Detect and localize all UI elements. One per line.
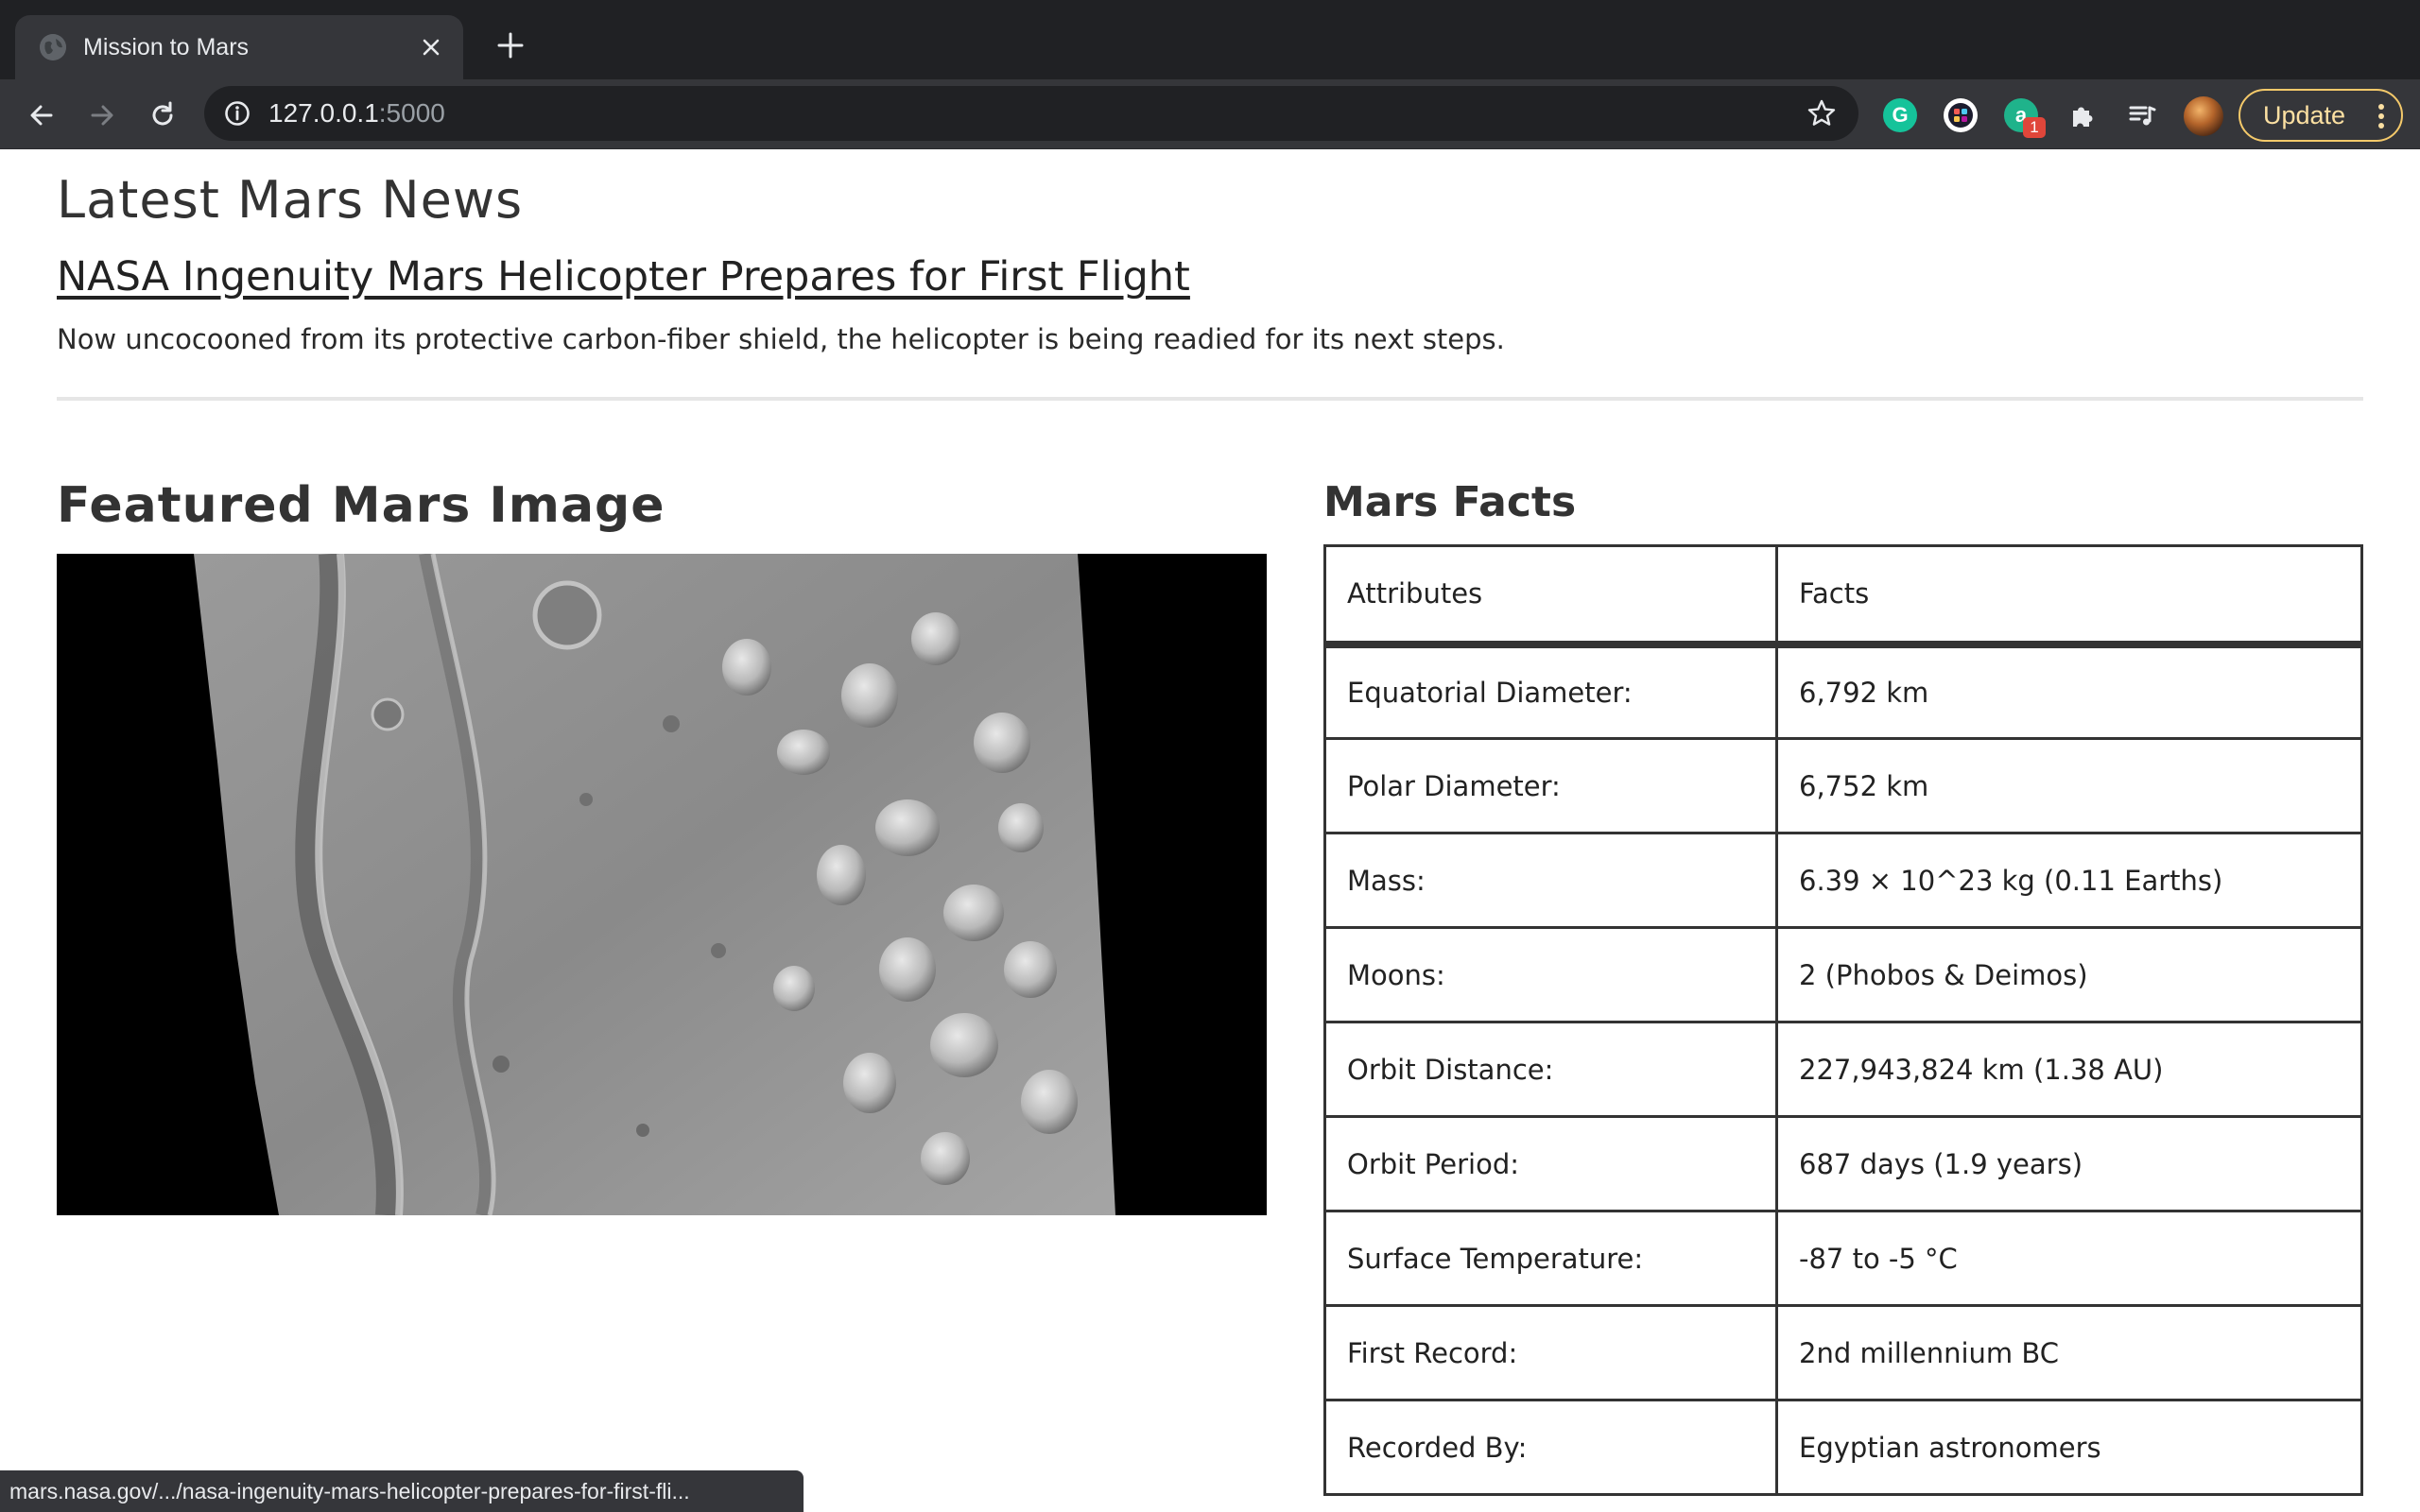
fact-cell: 6,792 km (1775, 643, 2363, 740)
table-row: Orbit Period: 687 days (1.9 years) (1323, 1115, 2363, 1212)
back-arrow-icon[interactable] (21, 94, 62, 136)
fact-cell: Egyptian astronomers (1775, 1399, 2363, 1496)
url-text: 127.0.0.1:5000 (268, 98, 445, 129)
attribute-cell: Mass: (1323, 832, 1778, 929)
new-tab-icon[interactable] (490, 25, 531, 66)
extensions-puzzle-icon[interactable] (2066, 98, 2100, 132)
attribute-cell: Polar Diameter: (1323, 737, 1778, 834)
globe-icon (40, 34, 66, 60)
tab-title: Mission to Mars (83, 34, 250, 60)
divider (57, 397, 2363, 401)
attribute-cell: Surface Temperature: (1323, 1210, 1778, 1307)
attribute-cell: Moons: (1323, 926, 1778, 1023)
attribute-cell: First Record: (1323, 1304, 1778, 1401)
browser-toolbar: 127.0.0.1:5000 G a 1 Update (0, 79, 2420, 149)
link-status-bubble: mars.nasa.gov/.../nasa-ingenuity-mars-he… (0, 1470, 804, 1512)
table-row: Orbit Distance: 227,943,824 km (1.38 AU) (1323, 1021, 2363, 1118)
page-content: Latest Mars News NASA Ingenuity Mars Hel… (0, 149, 2420, 1512)
update-label: Update (2263, 100, 2346, 129)
mars-facts-table: Attributes Facts Equatorial Diameter: 6,7… (1323, 544, 2363, 1496)
profile-avatar[interactable] (2184, 96, 2223, 136)
attribute-cell: Recorded By: (1323, 1399, 1778, 1496)
fact-cell: 2nd millennium BC (1775, 1304, 2363, 1401)
news-teaser: Now uncocooned from its protective carbo… (57, 323, 1505, 355)
grammarly-extension-icon[interactable]: G (1883, 98, 1917, 132)
extension-badge: 1 (2023, 117, 2046, 138)
table-row: Moons: 2 (Phobos & Deimos) (1323, 926, 2363, 1023)
attribute-cell: Equatorial Diameter: (1323, 643, 1778, 740)
browser-tab-strip: Mission to Mars (0, 0, 2420, 79)
fact-cell: 227,943,824 km (1.38 AU) (1775, 1021, 2363, 1118)
table-row: Recorded By: Egyptian astronomers (1323, 1399, 2363, 1496)
attribute-cell: Orbit Distance: (1323, 1021, 1778, 1118)
address-bar[interactable]: 127.0.0.1:5000 (204, 86, 1858, 141)
kebab-menu-icon (2378, 104, 2384, 129)
color-grid-extension-icon[interactable] (1944, 98, 1978, 132)
table-row: Equatorial Diameter: 6,792 km (1323, 643, 2363, 740)
browser-tab[interactable]: Mission to Mars (15, 15, 463, 79)
reload-icon[interactable] (142, 94, 183, 136)
featured-image-heading: Featured Mars Image (57, 477, 666, 534)
table-header-row: Attributes Facts (1323, 544, 2363, 648)
close-tab-icon[interactable] (414, 30, 448, 64)
site-info-icon[interactable] (223, 99, 251, 128)
forward-arrow-icon[interactable] (81, 94, 123, 136)
fact-cell: 687 days (1.9 years) (1775, 1115, 2363, 1212)
fact-cell: 6.39 × 10^23 kg (0.11 Earths) (1775, 832, 2363, 929)
latest-news-heading: Latest Mars News (57, 170, 524, 230)
table-row: Polar Diameter: 6,752 km (1323, 737, 2363, 834)
featured-mars-image (57, 554, 1267, 1215)
column-header: Attributes (1323, 544, 1778, 648)
column-header: Facts (1775, 544, 2363, 648)
url-port: :5000 (378, 98, 445, 128)
mars-facts-heading: Mars Facts (1323, 478, 1577, 526)
table-row: Surface Temperature: -87 to -5 °C (1323, 1210, 2363, 1307)
media-queue-icon[interactable] (2125, 98, 2159, 132)
fact-cell: 6,752 km (1775, 737, 2363, 834)
bookmark-star-icon[interactable] (1806, 97, 1838, 129)
news-title-link[interactable]: NASA Ingenuity Mars Helicopter Prepares … (57, 251, 1190, 302)
attribute-cell: Orbit Period: (1323, 1115, 1778, 1212)
fact-cell: 2 (Phobos & Deimos) (1775, 926, 2363, 1023)
url-host: 127.0.0.1 (268, 98, 379, 128)
table-row: Mass: 6.39 × 10^23 kg (0.11 Earths) (1323, 832, 2363, 929)
update-button[interactable]: Update (2238, 89, 2403, 142)
table-row: First Record: 2nd millennium BC (1323, 1304, 2363, 1401)
fact-cell: -87 to -5 °C (1775, 1210, 2363, 1307)
